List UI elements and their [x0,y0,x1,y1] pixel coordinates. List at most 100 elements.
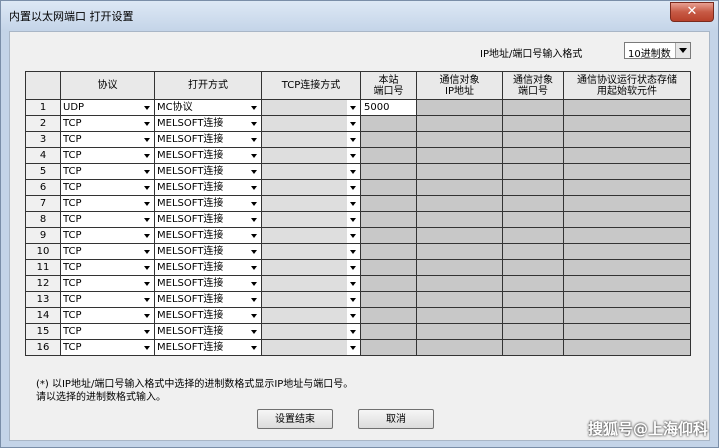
protocol-select[interactable]: TCP [60,339,155,356]
chevron-down-icon[interactable] [347,196,360,211]
open-method-select[interactable]: MELSOFT连接 [154,339,262,356]
open-method-select[interactable]: MELSOFT连接 [154,307,262,324]
chevron-down-icon[interactable] [248,308,261,323]
chevron-down-icon[interactable] [141,132,154,147]
protocol-select[interactable]: TCP [60,307,155,324]
local-port-cell[interactable]: 5000 [360,99,417,116]
protocol-select[interactable]: TCP [60,211,155,228]
chevron-down-icon[interactable] [141,148,154,163]
open-method-select[interactable]: MELSOFT连接 [154,195,262,212]
protocol-select[interactable]: TCP [60,323,155,340]
tcp-method-select[interactable] [261,243,361,260]
chevron-down-icon[interactable] [248,212,261,227]
chevron-down-icon[interactable] [248,100,261,115]
open-method-select[interactable]: MELSOFT连接 [154,243,262,260]
protocol-select[interactable]: TCP [60,243,155,260]
open-method-select[interactable]: MELSOFT连接 [154,115,262,132]
chevron-down-icon[interactable] [347,148,360,163]
protocol-select[interactable]: TCP [60,163,155,180]
tcp-method-select[interactable] [261,131,361,148]
chevron-down-icon[interactable] [141,116,154,131]
chevron-down-icon[interactable] [141,164,154,179]
chevron-down-icon[interactable] [347,212,360,227]
chevron-down-icon[interactable] [347,308,360,323]
open-method-select[interactable]: MELSOFT连接 [154,147,262,164]
chevron-down-icon[interactable] [248,148,261,163]
chevron-down-icon[interactable] [347,116,360,131]
cancel-button[interactable]: 取消 [358,409,434,429]
chevron-down-icon[interactable] [141,196,154,211]
open-method-select[interactable]: MELSOFT连接 [154,211,262,228]
tcp-method-select[interactable] [261,179,361,196]
chevron-down-icon[interactable] [347,100,360,115]
open-method-select[interactable]: MELSOFT连接 [154,323,262,340]
chevron-down-icon[interactable] [248,276,261,291]
open-method-select[interactable]: MELSOFT连接 [154,131,262,148]
chevron-down-icon[interactable] [347,228,360,243]
protocol-select[interactable]: TCP [60,227,155,244]
open-method-select[interactable]: MELSOFT连接 [154,259,262,276]
chevron-down-icon[interactable] [248,228,261,243]
protocol-select[interactable]: TCP [60,131,155,148]
chevron-down-icon[interactable] [347,276,360,291]
chevron-down-icon[interactable] [347,340,360,355]
chevron-down-icon[interactable] [347,132,360,147]
chevron-down-icon[interactable] [141,100,154,115]
finish-settings-button[interactable]: 设置结束 [257,409,333,429]
open-method-select[interactable]: MELSOFT连接 [154,163,262,180]
chevron-down-icon[interactable] [248,260,261,275]
input-format-select[interactable]: 10进制数 [624,42,691,60]
chevron-down-icon[interactable] [248,324,261,339]
open-method-select[interactable]: MELSOFT连接 [154,291,262,308]
chevron-down-icon[interactable] [141,292,154,307]
chevron-down-icon[interactable] [248,244,261,259]
chevron-down-icon[interactable] [248,132,261,147]
open-method-select[interactable]: MC协议 [154,99,262,116]
chevron-down-icon[interactable] [347,260,360,275]
protocol-select[interactable]: TCP [60,179,155,196]
tcp-method-select[interactable] [261,195,361,212]
chevron-down-icon[interactable] [347,244,360,259]
chevron-down-icon[interactable] [248,180,261,195]
chevron-down-icon[interactable] [248,116,261,131]
chevron-down-icon[interactable] [141,340,154,355]
chevron-down-icon[interactable] [141,244,154,259]
tcp-method-select[interactable] [261,259,361,276]
chevron-down-icon[interactable] [141,180,154,195]
chevron-down-icon[interactable] [248,164,261,179]
chevron-down-icon[interactable] [141,276,154,291]
tcp-method-select[interactable] [261,115,361,132]
chevron-down-icon[interactable] [248,196,261,211]
close-button[interactable]: ✕ [670,2,714,22]
tcp-method-select[interactable] [261,211,361,228]
tcp-method-select[interactable] [261,147,361,164]
chevron-down-icon[interactable] [141,308,154,323]
chevron-down-icon[interactable] [141,260,154,275]
open-method-select[interactable]: MELSOFT连接 [154,179,262,196]
chevron-down-icon[interactable] [141,324,154,339]
tcp-method-select[interactable] [261,339,361,356]
protocol-select[interactable]: UDP [60,99,155,116]
chevron-down-icon[interactable] [141,228,154,243]
chevron-down-icon[interactable] [347,324,360,339]
protocol-select[interactable]: TCP [60,259,155,276]
protocol-select[interactable]: TCP [60,291,155,308]
tcp-method-select[interactable] [261,307,361,324]
chevron-down-icon[interactable] [248,340,261,355]
chevron-down-icon[interactable] [347,164,360,179]
tcp-method-select[interactable] [261,163,361,180]
tcp-method-select[interactable] [261,275,361,292]
chevron-down-icon[interactable] [141,212,154,227]
tcp-method-select[interactable] [261,99,361,116]
protocol-select[interactable]: TCP [60,275,155,292]
tcp-method-select[interactable] [261,323,361,340]
open-method-select[interactable]: MELSOFT连接 [154,227,262,244]
tcp-method-select[interactable] [261,291,361,308]
open-method-select[interactable]: MELSOFT连接 [154,275,262,292]
chevron-down-icon[interactable] [675,43,690,58]
chevron-down-icon[interactable] [347,180,360,195]
protocol-select[interactable]: TCP [60,195,155,212]
protocol-select[interactable]: TCP [60,147,155,164]
chevron-down-icon[interactable] [248,292,261,307]
tcp-method-select[interactable] [261,227,361,244]
